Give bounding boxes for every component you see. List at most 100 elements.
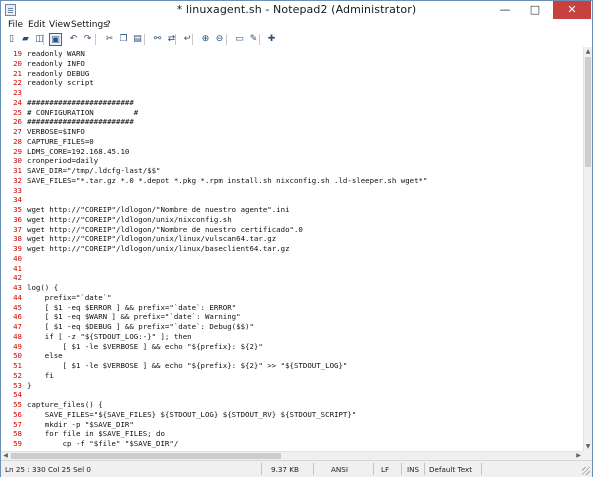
- favorites-icon[interactable]: ✚: [265, 33, 278, 46]
- line-number: 55: [13, 400, 22, 409]
- code-text: VERBOSE=$INFO: [27, 127, 85, 136]
- close-button[interactable]: ✕: [553, 1, 591, 19]
- paste-icon[interactable]: ▤: [131, 33, 144, 46]
- code-line: 42: [1, 273, 583, 282]
- code-text: LDMS_CORE=192.168.45.10: [27, 146, 130, 156]
- line-number: 59: [13, 439, 22, 448]
- line-number: 22: [13, 78, 22, 88]
- code-text: [ $1 -le $VERBOSE ] && echo "${prefix}: …: [27, 341, 263, 351]
- open-folder-icon[interactable]: ▰: [19, 33, 32, 46]
- code-text: if [ -z "${STDOUT_LOG:-}" ]; then: [27, 331, 192, 341]
- line-number: 42: [13, 273, 22, 283]
- code-line: 59 cp -f "$file" "$SAVE_DIR"/: [1, 439, 583, 448]
- code-text: readonly INFO: [27, 58, 85, 68]
- code-text: wget http://"COREIP"/ldlogon/"Nombre de …: [27, 205, 290, 214]
- code-line: 41: [1, 264, 583, 273]
- undo-icon[interactable]: ↶: [67, 33, 80, 46]
- line-number: 47: [13, 322, 22, 331]
- minimize-button[interactable]: —: [490, 1, 520, 19]
- code-text: ########################: [27, 117, 134, 127]
- maximize-button[interactable]: □: [520, 1, 550, 19]
- code-text: [ $1 -eq $DEBUG ] && prefix="`date`: Deb…: [27, 322, 254, 331]
- code-line: 21 readonly DEBUG: [1, 69, 583, 78]
- line-number: 24: [13, 97, 22, 107]
- find-icon[interactable]: ⚯: [151, 33, 164, 46]
- horizontal-scroll-thumb[interactable]: [11, 453, 281, 459]
- code-line: 49 [ $1 -le $VERBOSE ] && echo "${prefix…: [1, 342, 583, 351]
- vertical-scroll-thumb[interactable]: [585, 57, 591, 167]
- code-text: mkdir -p "$SAVE_DIR": [27, 419, 134, 429]
- status-line-endings[interactable]: LF: [381, 465, 389, 474]
- zoom-out-icon[interactable]: ⊖: [213, 33, 226, 46]
- scroll-right-icon[interactable]: ▶: [574, 452, 583, 460]
- code-line: 46 [ $1 -eq $WARN ] && prefix="`date`: W…: [1, 312, 583, 321]
- line-number: 35: [13, 205, 22, 214]
- status-encoding[interactable]: ANSI: [331, 465, 348, 474]
- code-text: log() {: [27, 283, 59, 292]
- line-number: 44: [13, 292, 22, 302]
- code-line: 48 if [ -z "${STDOUT_LOG:-}" ]; then: [1, 332, 583, 341]
- line-number: 56: [13, 409, 22, 419]
- line-number: 52: [13, 370, 22, 380]
- line-number: 39: [13, 244, 22, 253]
- line-number: 20: [13, 58, 22, 68]
- redo-icon[interactable]: ↷: [81, 33, 94, 46]
- code-text: ########################: [27, 97, 134, 107]
- scroll-left-icon[interactable]: ◀: [1, 452, 10, 460]
- cut-icon[interactable]: ✂: [103, 33, 116, 46]
- line-number: 37: [13, 224, 22, 234]
- code-line: 23: [1, 88, 583, 97]
- code-text: readonly script: [27, 78, 94, 88]
- code-line: 54: [1, 390, 583, 399]
- code-text: for file in $SAVE_FILES; do: [27, 429, 165, 439]
- code-line: 34: [1, 195, 583, 204]
- status-scheme[interactable]: Default Text: [429, 465, 472, 474]
- resize-grip[interactable]: [582, 467, 590, 475]
- code-line: 28 CAPTURE_FILES=0: [1, 137, 583, 146]
- select-scheme-icon[interactable]: ▭: [233, 33, 246, 46]
- horizontal-scrollbar[interactable]: ◀ ▶: [1, 451, 583, 460]
- toolbar-separator: [192, 34, 193, 45]
- menu-edit[interactable]: Edit: [28, 20, 45, 30]
- line-number: 34: [13, 195, 22, 205]
- code-line: 20 readonly INFO: [1, 59, 583, 68]
- vertical-scrollbar[interactable]: ▲ ▼: [583, 47, 592, 451]
- menu-help[interactable]: ?: [106, 20, 111, 30]
- code-text: wget http://"COREIP"/ldlogon/"Nombre de …: [27, 224, 303, 234]
- zoom-in-icon[interactable]: ⊕: [199, 33, 212, 46]
- code-text: }: [27, 380, 32, 390]
- code-line: 29 LDMS_CORE=192.168.45.10: [1, 147, 583, 156]
- line-number: 40: [13, 253, 22, 263]
- code-text: SAVE_DIR="/tmp/.ldcfg-last/$$": [27, 166, 161, 175]
- toolbar: ▯ ▰ ◫ ▣ ↶ ↷ ✂ ❐ ▤ ⚯ ⇄ ↵ ⊕ ⊖ ▭ ✎ ✚: [1, 32, 592, 48]
- status-insert-mode[interactable]: INS: [407, 465, 419, 474]
- line-number: 49: [13, 341, 22, 351]
- code-line: 26 ########################: [1, 117, 583, 126]
- scroll-up-icon[interactable]: ▲: [584, 47, 592, 56]
- code-text: else: [27, 351, 63, 361]
- code-line: 33: [1, 186, 583, 195]
- browse-icon[interactable]: ◫: [33, 33, 46, 46]
- line-number: 48: [13, 331, 22, 341]
- code-text: CAPTURE_FILES=0: [27, 136, 94, 146]
- toolbar-separator: [144, 34, 145, 45]
- editor-area[interactable]: 19 readonly WARN 20 readonly INFO 21 readonly…: [1, 47, 583, 451]
- code-line: 39 wget http://"COREIP"/ldlogon/unix/linu…: [1, 244, 583, 253]
- menu-file[interactable]: File: [8, 20, 23, 30]
- save-icon[interactable]: ▣: [49, 33, 62, 46]
- new-file-icon[interactable]: ▯: [5, 33, 18, 46]
- line-number: 33: [13, 185, 22, 195]
- replace-icon[interactable]: ⇄: [165, 33, 178, 46]
- code-text: wget http://"COREIP"/ldlogon/unix/nixcon…: [27, 214, 232, 224]
- line-number: 27: [13, 127, 22, 136]
- line-number: 19: [13, 49, 22, 58]
- copy-icon[interactable]: ❐: [117, 33, 130, 46]
- menu-view[interactable]: View: [49, 20, 70, 30]
- menu-settings[interactable]: Settings: [71, 20, 108, 30]
- line-number: 26: [13, 117, 22, 127]
- title-bar[interactable]: * linuxagent.sh - Notepad2 (Administrato…: [1, 1, 592, 20]
- code-line: 37 wget http://"COREIP"/ldlogon/"Nombre d…: [1, 225, 583, 234]
- status-file-size: 9.37 KB: [271, 465, 299, 474]
- line-number: 46: [13, 312, 22, 322]
- scroll-down-icon[interactable]: ▼: [584, 442, 592, 451]
